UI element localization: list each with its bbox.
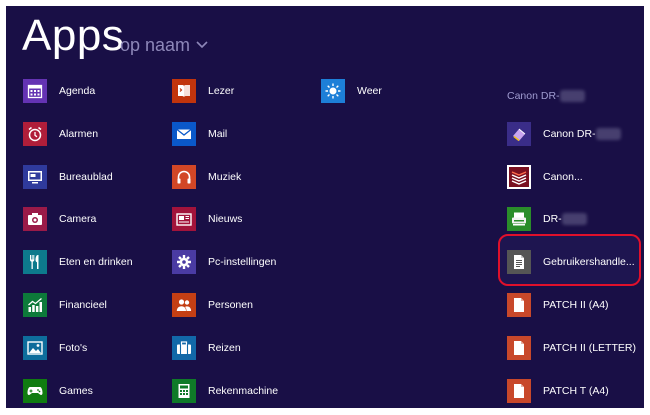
desktop-icon: [23, 165, 47, 189]
group-tile-dr[interactable]: DR-C240: [507, 204, 587, 234]
group-tile-canon[interactable]: Canon...: [507, 162, 583, 192]
group-tile-patch-ii-a4[interactable]: PATCH II (A4): [507, 290, 609, 320]
tile-label: Weer: [357, 85, 382, 97]
app-tile-financieel[interactable]: Financieel: [23, 290, 107, 320]
app-tile-muziek[interactable]: Muziek: [172, 162, 241, 192]
app-tile-reizen[interactable]: Reizen: [172, 333, 241, 363]
reader-icon: [172, 79, 196, 103]
pdf-document-icon: [507, 293, 531, 317]
news-icon: [172, 207, 196, 231]
games-controller-icon: [23, 379, 47, 403]
travel-suitcase-icon: [172, 336, 196, 360]
app-tile-pc-instellingen[interactable]: Pc-instellingen: [172, 247, 276, 277]
tile-label: Nieuws: [208, 213, 243, 225]
app-tile-lezer[interactable]: Lezer: [172, 76, 234, 106]
app-tile-weer[interactable]: Weer: [321, 76, 382, 106]
pdf-document-icon: [507, 379, 531, 403]
scanner-icon: [507, 207, 531, 231]
tile-label: PATCH II (LETTER): [543, 342, 636, 354]
app-tile-personen[interactable]: Personen: [172, 290, 253, 320]
sort-dropdown[interactable]: op naam: [120, 34, 208, 56]
app-tile-camera[interactable]: Camera: [23, 204, 96, 234]
weather-sun-icon: [321, 79, 345, 103]
page-title: Apps: [22, 11, 125, 60]
calculator-icon: [172, 379, 196, 403]
app-tile-foto-s[interactable]: Foto's: [23, 333, 87, 363]
app-tile-mail[interactable]: Mail: [172, 119, 227, 149]
tile-label: Camera: [59, 213, 97, 225]
calendar-icon: [23, 79, 47, 103]
sort-label: op naam: [120, 35, 191, 55]
tile-label: Canon DR-C240: [543, 128, 621, 140]
tile-label: Foto's: [59, 342, 88, 354]
tile-label: Personen: [208, 299, 253, 311]
tile-label: Reizen: [208, 342, 241, 354]
tile-label: PATCH T (A4): [543, 385, 609, 397]
tile-label: Mail: [208, 128, 228, 140]
document-icon: [507, 250, 531, 274]
food-drink-icon: [23, 250, 47, 274]
app-tile-rekenmachine[interactable]: Rekenmachine: [172, 376, 278, 406]
chevron-down-icon: [196, 41, 208, 49]
settings-gear-icon: [172, 250, 196, 274]
mail-icon: [172, 122, 196, 146]
app-tile-eten-en-drinken[interactable]: Eten en drinken: [23, 247, 133, 277]
group-header[interactable]: Canon DR-C240: [507, 90, 585, 102]
tile-label: Games: [59, 385, 93, 397]
finance-chart-icon: [23, 293, 47, 317]
tile-label: Lezer: [208, 85, 235, 97]
tile-label: Rekenmachine: [208, 385, 279, 397]
group-tile-canon-dr[interactable]: Canon DR-C240: [507, 119, 621, 149]
group-tile-patch-ii-letter[interactable]: PATCH II (LETTER): [507, 333, 636, 363]
people-icon: [172, 293, 196, 317]
tile-label: PATCH II (A4): [543, 299, 609, 311]
tile-label: Muziek: [208, 171, 242, 183]
pdf-document-icon: [507, 336, 531, 360]
app-tile-bureaublad[interactable]: Bureaublad: [23, 162, 113, 192]
tile-label: DR-C240: [543, 213, 587, 225]
tile-label: Gebruikershandle...: [543, 256, 635, 268]
tile-label: Canon...: [543, 171, 583, 183]
app-tile-nieuws[interactable]: Nieuws: [172, 204, 242, 234]
tile-label: Pc-instellingen: [208, 256, 277, 268]
photos-icon: [23, 336, 47, 360]
music-headphones-icon: [172, 165, 196, 189]
alarm-clock-icon: [23, 122, 47, 146]
tile-label: Eten en drinken: [59, 256, 133, 268]
app-tile-games[interactable]: Games: [23, 376, 93, 406]
start-screen: Apps op naam Agenda Alarmen Bureaublad Came…: [6, 6, 644, 408]
group-tile-patch-t-a4[interactable]: PATCH T (A4): [507, 376, 609, 406]
canon-scanner-pen-icon: [507, 122, 531, 146]
canon-document-stack-icon: [507, 165, 531, 189]
camera-icon: [23, 207, 47, 231]
tile-label: Agenda: [59, 85, 96, 97]
app-tile-alarmen[interactable]: Alarmen: [23, 119, 98, 149]
tile-label: Alarmen: [59, 128, 99, 140]
tile-label: Bureaublad: [59, 171, 113, 183]
tile-label: Financieel: [59, 299, 107, 311]
app-tile-agenda[interactable]: Agenda: [23, 76, 95, 106]
group-tile-gebruikershandle[interactable]: Gebruikershandle...: [507, 247, 635, 277]
